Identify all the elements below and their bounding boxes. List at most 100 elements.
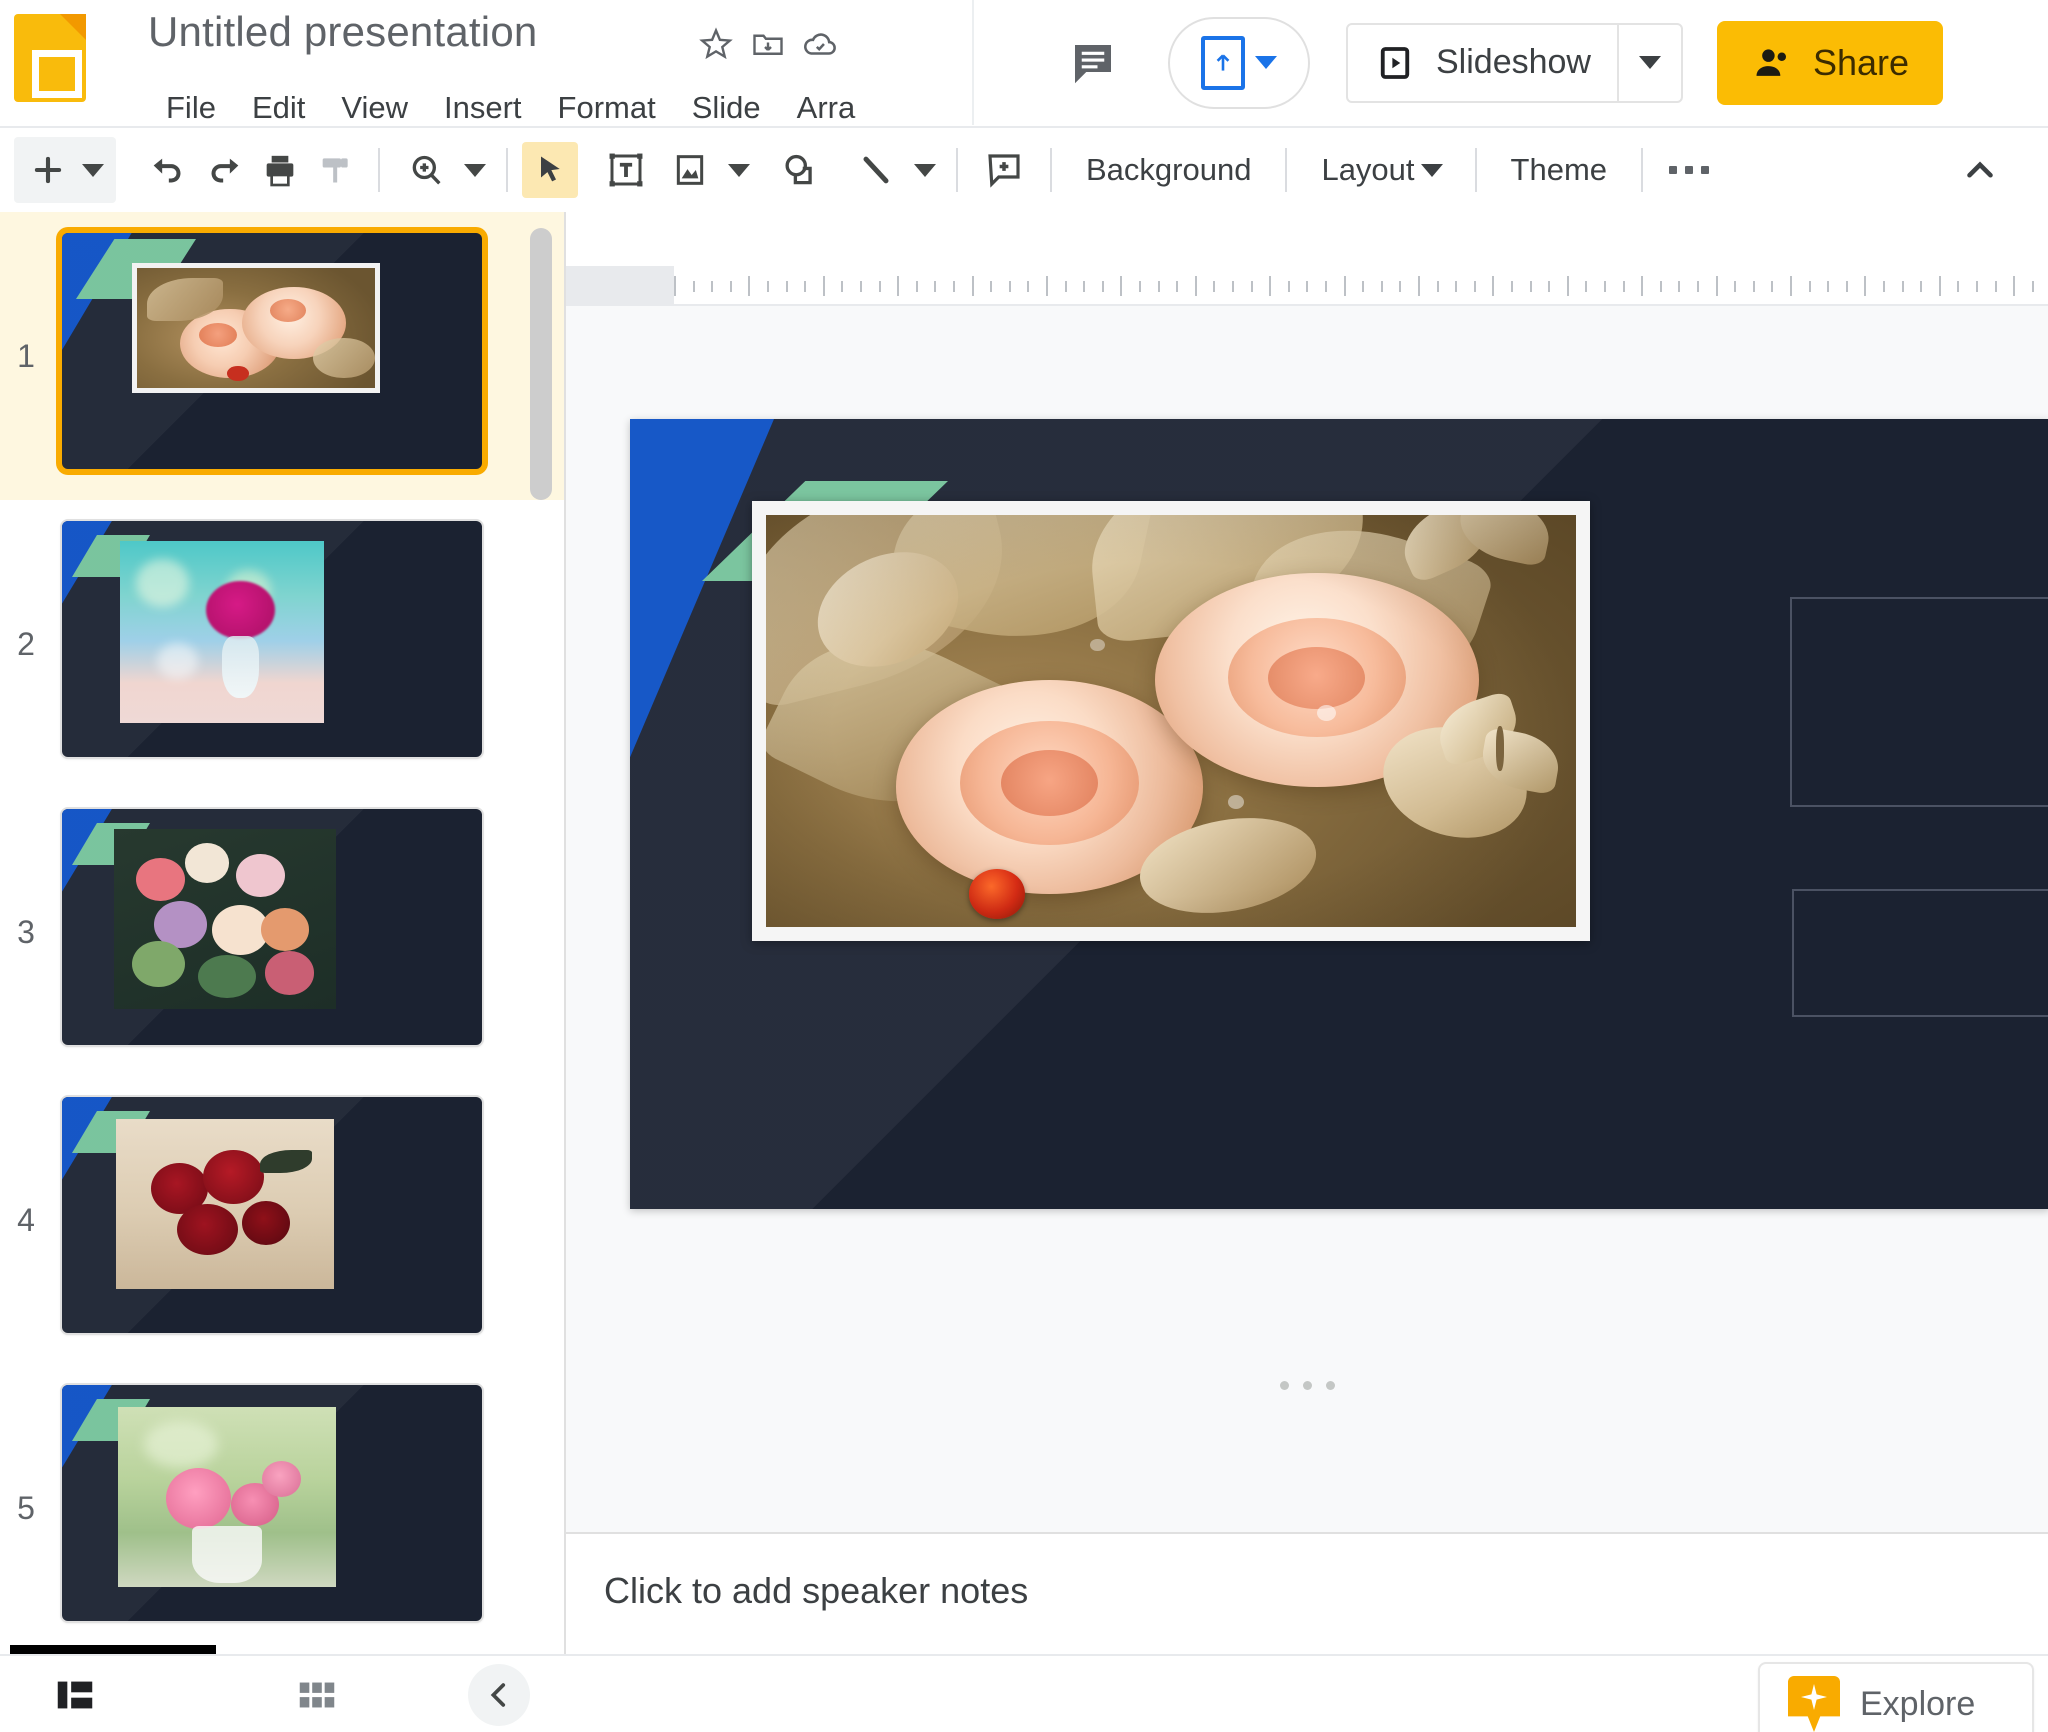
ruler-tick xyxy=(1362,281,1365,292)
slideshow-button-group[interactable]: Slideshow xyxy=(1346,22,1683,103)
collapse-toolbar-button[interactable] xyxy=(1952,142,2008,198)
menu-edit[interactable]: Edit xyxy=(234,86,323,130)
ruler-tick xyxy=(1194,276,1197,296)
comment-history-icon[interactable] xyxy=(1056,26,1130,100)
filmstrip-slide-2[interactable]: 2 xyxy=(0,500,564,788)
new-slide-dropdown[interactable] xyxy=(76,142,110,198)
title-placeholder[interactable] xyxy=(1790,597,2048,807)
ruler-tick xyxy=(1473,281,1476,292)
paint-format-button[interactable] xyxy=(308,142,364,198)
ruler-tick xyxy=(1827,281,1830,292)
theme-button[interactable]: Theme xyxy=(1491,142,1627,198)
thumb-photo-roses xyxy=(132,263,380,393)
ruler-tick xyxy=(841,281,844,292)
grid-view-icon xyxy=(299,1682,335,1708)
slide-canvas[interactable] xyxy=(630,419,2048,1209)
menu-format[interactable]: Format xyxy=(540,86,674,130)
body-placeholder[interactable] xyxy=(1792,889,2048,1017)
speaker-notes-placeholder[interactable]: Click to add speaker notes xyxy=(604,1570,1028,1612)
chevron-left-icon xyxy=(490,1683,506,1707)
insert-image-button[interactable] xyxy=(658,142,722,198)
menu-insert[interactable]: Insert xyxy=(426,86,540,130)
horizontal-ruler[interactable] xyxy=(566,266,2048,306)
layout-button[interactable]: Layout xyxy=(1301,142,1460,198)
star-icon[interactable] xyxy=(690,18,742,70)
filmstrip-slide-5[interactable]: 5 xyxy=(0,1364,564,1652)
explore-button[interactable]: Explore xyxy=(1758,1662,2034,1732)
grid-view-button[interactable] xyxy=(278,1656,356,1732)
ruler-tick xyxy=(1176,281,1179,292)
ruler-tick xyxy=(767,281,769,292)
slideshow-play-icon xyxy=(1380,46,1410,79)
ruler-tick xyxy=(1678,281,1681,292)
ruler-tick xyxy=(860,281,862,292)
speaker-notes-panel[interactable]: Click to add speaker notes xyxy=(566,1532,2048,1654)
page-title[interactable]: Untitled presentation xyxy=(148,8,537,56)
slides-doc-icon[interactable] xyxy=(14,14,86,102)
slide-thumbnail-4[interactable] xyxy=(62,1097,482,1333)
filmstrip-slide-4[interactable]: 4 xyxy=(0,1076,564,1364)
ruler-tick xyxy=(1269,276,1272,296)
ruler-tick xyxy=(1566,276,1569,296)
slideshow-dropdown-caret[interactable] xyxy=(1619,25,1681,101)
move-to-folder-icon[interactable] xyxy=(742,18,794,70)
ruler-tick xyxy=(1585,281,1588,292)
insert-image-dropdown[interactable] xyxy=(722,142,756,198)
cloud-saved-icon[interactable] xyxy=(794,18,846,70)
ruler-tick xyxy=(1287,281,1290,292)
menu-file[interactable]: File xyxy=(148,86,234,130)
background-button[interactable]: Background xyxy=(1066,142,1271,198)
slideshow-button[interactable]: Slideshow xyxy=(1348,25,1617,101)
select-tool-button[interactable] xyxy=(522,142,578,198)
ruler-tick xyxy=(2013,276,2016,296)
filmstrip-horizontal-scrollbar[interactable] xyxy=(10,1645,216,1654)
shape-button[interactable] xyxy=(766,142,830,198)
roses-artwork xyxy=(766,515,1576,927)
ruler-tick xyxy=(1046,276,1048,296)
line-button[interactable] xyxy=(844,142,908,198)
slide-number-3: 3 xyxy=(17,913,35,950)
menu-view[interactable]: View xyxy=(323,86,426,130)
filmstrip-view-button[interactable] xyxy=(36,1656,114,1732)
slide-filmstrip-panel[interactable]: 1 2 3 4 5 xyxy=(0,212,566,1654)
ruler-tick xyxy=(1455,281,1458,292)
ruler-tick xyxy=(1938,276,1941,296)
slide-thumbnail-5[interactable] xyxy=(62,1385,482,1621)
ruler-tick xyxy=(971,276,974,296)
slide-thumbnail-1[interactable] xyxy=(62,233,482,469)
filmstrip-slide-3[interactable]: 3 xyxy=(0,788,564,1076)
main-toolbar: Background Layout Theme xyxy=(0,126,2048,212)
print-button[interactable] xyxy=(252,142,308,198)
redo-button[interactable] xyxy=(196,142,252,198)
present-upload-icon[interactable] xyxy=(1201,35,1245,90)
slide-thumbnail-2[interactable] xyxy=(62,521,482,757)
text-box-button[interactable] xyxy=(594,142,658,198)
zoom-button[interactable] xyxy=(394,142,458,198)
filmstrip-slide-1[interactable]: 1 xyxy=(0,212,564,500)
undo-button[interactable] xyxy=(140,142,196,198)
ruler-tick xyxy=(2031,281,2034,292)
ruler-tick xyxy=(1641,276,1644,296)
present-dropdown-caret[interactable] xyxy=(1255,56,1277,69)
menu-arrange[interactable]: Arra xyxy=(779,86,874,130)
present-button-group[interactable] xyxy=(1168,16,1310,109)
new-slide-button[interactable] xyxy=(20,142,76,198)
ruler-tick xyxy=(1008,281,1011,292)
filmstrip-scrollbar-thumb[interactable] xyxy=(530,228,552,500)
slide-image-roses[interactable] xyxy=(752,501,1590,941)
ruler-tick xyxy=(1994,281,1997,292)
more-options-button[interactable] xyxy=(1657,142,1721,198)
collapse-filmstrip-button[interactable] xyxy=(468,1664,530,1726)
ruler-tick xyxy=(1529,281,1532,292)
toolbar-divider-3 xyxy=(956,148,958,192)
menu-slide[interactable]: Slide xyxy=(674,86,779,130)
ruler-tick xyxy=(1622,281,1625,292)
ruler-tick xyxy=(1920,281,1923,292)
slide-editor-area[interactable] xyxy=(566,306,2048,1532)
slide-thumbnail-3[interactable] xyxy=(62,809,482,1045)
new-slide-group[interactable] xyxy=(14,137,116,203)
share-button[interactable]: Share xyxy=(1716,20,1944,105)
zoom-dropdown[interactable] xyxy=(458,142,492,198)
add-comment-button[interactable] xyxy=(972,142,1036,198)
line-dropdown[interactable] xyxy=(908,142,942,198)
